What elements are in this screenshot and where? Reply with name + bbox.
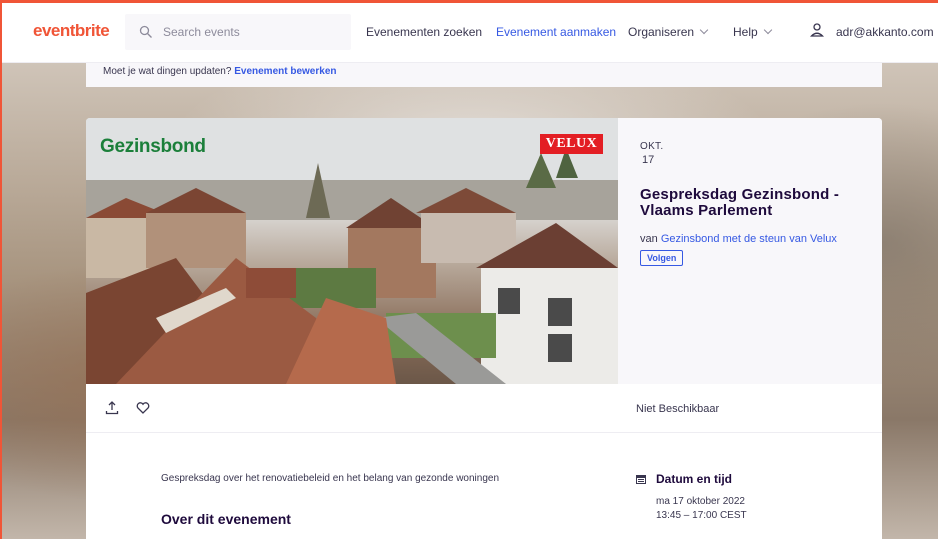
update-prompt: Moet je wat dingen updaten?: [103, 66, 232, 77]
event-action-row: Niet Beschikbaar: [86, 384, 882, 433]
event-summary-text: Gespreksdag over het renovatiebeleid en …: [161, 473, 500, 484]
event-month: OKT.: [640, 141, 664, 152]
datetime-heading: Datum en tijd: [656, 472, 733, 486]
about-heading: Over dit evenement: [161, 511, 291, 527]
event-hero-image: Gezinsbond VELUX: [86, 118, 618, 384]
event-day: 17: [642, 154, 655, 166]
nav-create-event[interactable]: Evenement aanmaken: [496, 25, 616, 39]
event-time: 13:45 – 17:00 CEST: [656, 510, 747, 521]
organizer-prefix: van: [640, 233, 658, 245]
top-navigation: eventbrite Search events Evenementen zoe…: [0, 0, 938, 63]
heart-icon[interactable]: [136, 401, 150, 415]
nav-help[interactable]: Help: [733, 25, 772, 39]
ticket-status: Niet Beschikbaar: [636, 403, 720, 415]
organizer-link[interactable]: Gezinsbond met de steun van Velux: [661, 233, 837, 245]
share-icon[interactable]: [105, 401, 119, 415]
search-input[interactable]: Search events: [163, 25, 240, 39]
chevron-down-icon: [699, 25, 709, 35]
organizer-line: van Gezinsbond met de steun van Velux: [640, 233, 837, 245]
calendar-icon: [636, 475, 646, 484]
nav-find-events[interactable]: Evenementen zoeken: [366, 25, 482, 39]
gezinsbond-logo: Gezinsbond: [100, 136, 206, 157]
event-card: Gezinsbond VELUX OKT. 17 Gespreksdag Gez…: [86, 118, 882, 539]
window-frame-left: [0, 0, 2, 539]
follow-button[interactable]: Volgen: [640, 250, 684, 266]
eventbrite-logo[interactable]: eventbrite: [33, 21, 110, 41]
chevron-down-icon: [763, 25, 772, 35]
user-icon[interactable]: [810, 22, 824, 38]
account-email: adr@akkanto.com: [836, 25, 934, 39]
velux-logo: VELUX: [540, 134, 603, 154]
search-bar[interactable]: Search events: [125, 14, 351, 50]
search-icon: [139, 25, 152, 38]
window-frame-top: [0, 0, 938, 3]
event-summary-panel: OKT. 17 Gespreksdag Gezinsbond - Vlaams …: [618, 118, 882, 384]
nav-organize[interactable]: Organiseren: [628, 25, 709, 39]
event-title: Gespreksdag Gezinsbond - Vlaams Parlemen…: [640, 186, 840, 219]
nav-help-label: Help: [733, 25, 758, 39]
nav-organize-label: Organiseren: [628, 25, 695, 39]
nav-account[interactable]: adr@akkanto.com: [836, 25, 938, 39]
event-date: ma 17 oktober 2022: [656, 496, 745, 507]
edit-event-link[interactable]: Evenement bewerken: [234, 66, 336, 77]
